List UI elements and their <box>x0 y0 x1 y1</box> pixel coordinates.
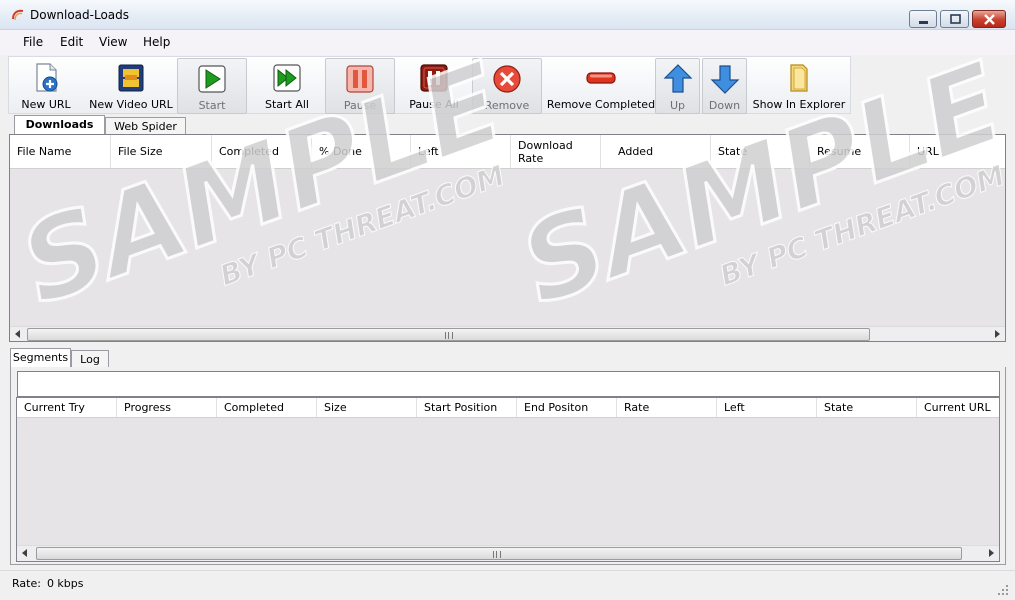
col-url[interactable]: URL <box>910 135 1005 168</box>
close-button[interactable] <box>972 10 1006 28</box>
segment-progress-box <box>17 371 1000 397</box>
col-size[interactable]: Size <box>317 398 417 417</box>
col-added[interactable]: Added <box>611 135 711 168</box>
menu-bar: File Edit View Help <box>0 30 1015 55</box>
remove-completed-label: Remove Completed <box>546 98 656 111</box>
tab-downloads[interactable]: Downloads <box>14 115 105 135</box>
col-current-url[interactable]: Current URL <box>917 398 999 417</box>
down-label: Down <box>708 99 741 112</box>
tab-segments[interactable]: Segments <box>10 348 71 368</box>
scroll-left-icon[interactable] <box>22 549 27 557</box>
col-current-try[interactable]: Current Try <box>17 398 117 417</box>
downloads-horizontal-scrollbar[interactable] <box>10 326 1005 341</box>
pause-button[interactable]: Pause <box>325 58 395 114</box>
segments-list-body <box>17 418 999 545</box>
pause-all-icon <box>420 64 448 92</box>
menu-view[interactable]: View <box>99 35 127 49</box>
title-bar: Download-Loads <box>0 0 1015 30</box>
new-url-label: New URL <box>21 98 71 111</box>
col-start-position[interactable]: Start Position <box>417 398 517 417</box>
video-icon <box>118 64 144 92</box>
col-state[interactable]: State <box>711 135 810 168</box>
pause-all-button[interactable]: Pause All <box>399 58 469 114</box>
minimize-button[interactable] <box>909 10 937 28</box>
col-rate[interactable]: Rate <box>617 398 717 417</box>
tab-log[interactable]: Log <box>71 350 109 368</box>
play-all-icon <box>273 64 301 92</box>
col-seg-left[interactable]: Left <box>717 398 817 417</box>
menu-help[interactable]: Help <box>143 35 170 49</box>
pause-icon <box>346 65 374 93</box>
new-url-button[interactable]: New URL <box>11 58 81 114</box>
segments-horizontal-scrollbar[interactable] <box>17 545 999 561</box>
segments-header: Current Try Progress Completed Size Star… <box>17 398 999 418</box>
col-file-size[interactable]: File Size <box>111 135 212 168</box>
col-seg-state[interactable]: State <box>817 398 917 417</box>
show-in-explorer-button[interactable]: Show In Explorer <box>751 58 847 114</box>
close-icon <box>984 14 995 25</box>
tab-web-spider[interactable]: Web Spider <box>105 117 186 135</box>
start-button[interactable]: Start <box>177 58 247 114</box>
maximize-button[interactable] <box>940 10 969 28</box>
col-file-name[interactable]: File Name <box>10 135 111 168</box>
scroll-right-icon[interactable] <box>995 330 1000 338</box>
start-all-label: Start All <box>264 98 309 111</box>
toolbar: New URL New Video URL Start Start All Pa… <box>8 56 851 114</box>
new-video-url-button[interactable]: New Video URL <box>85 58 177 114</box>
segments-list: Current Try Progress Completed Size Star… <box>16 397 1000 562</box>
scroll-grip-icon <box>493 551 501 558</box>
arrow-down-icon <box>710 65 739 94</box>
remove-button[interactable]: Remove <box>472 58 542 114</box>
col-download-rate[interactable]: Download Rate <box>511 135 601 168</box>
scroll-grip-icon <box>445 332 453 339</box>
pause-all-label: Pause All <box>409 98 459 111</box>
up-label: Up <box>669 99 686 112</box>
col-resume[interactable]: Resume <box>810 135 910 168</box>
folder-icon <box>790 64 808 92</box>
col-percent-done[interactable]: % Done <box>312 135 411 168</box>
remove-completed-button[interactable]: Remove Completed <box>546 58 656 114</box>
scroll-right-icon[interactable] <box>989 549 994 557</box>
new-video-url-label: New Video URL <box>89 98 173 111</box>
start-label: Start <box>198 99 226 112</box>
minimize-icon <box>919 21 928 24</box>
resize-grip-icon[interactable] <box>997 584 1009 596</box>
status-bar: Rate: 0 kbps <box>0 570 1015 600</box>
status-rate: Rate: 0 kbps <box>12 577 84 590</box>
play-icon <box>198 65 226 93</box>
segments-scroll-thumb[interactable] <box>36 547 962 560</box>
app-logo-icon <box>12 9 24 21</box>
menu-file[interactable]: File <box>23 35 43 49</box>
status-rate-value: 0 kbps <box>46 577 84 590</box>
start-all-button[interactable]: Start All <box>252 58 322 114</box>
scroll-left-icon[interactable] <box>15 330 20 338</box>
maximize-icon <box>950 14 961 24</box>
new-document-icon <box>36 63 58 92</box>
col-progress[interactable]: Progress <box>117 398 217 417</box>
pause-label: Pause <box>343 99 377 112</box>
show-in-explorer-label: Show In Explorer <box>752 98 846 111</box>
remove-label: Remove <box>484 99 530 112</box>
downloads-scroll-thumb[interactable] <box>27 328 870 341</box>
col-left[interactable]: Left <box>411 135 511 168</box>
down-button[interactable]: Down <box>702 58 747 114</box>
window-title: Download-Loads <box>30 8 130 22</box>
downloads-list-body <box>10 169 1005 326</box>
downloads-header: File Name File Size Completed % Done Lef… <box>10 135 1005 169</box>
col-end-position[interactable]: End Positon <box>517 398 617 417</box>
up-button[interactable]: Up <box>655 58 700 114</box>
arrow-up-icon <box>663 64 692 93</box>
remove-icon <box>493 65 521 93</box>
downloads-list: File Name File Size Completed % Done Lef… <box>9 134 1006 342</box>
col-seg-completed[interactable]: Completed <box>217 398 317 417</box>
minus-icon <box>586 72 616 84</box>
col-completed[interactable]: Completed <box>212 135 312 168</box>
status-rate-label: Rate: <box>12 577 41 590</box>
menu-edit[interactable]: Edit <box>60 35 83 49</box>
